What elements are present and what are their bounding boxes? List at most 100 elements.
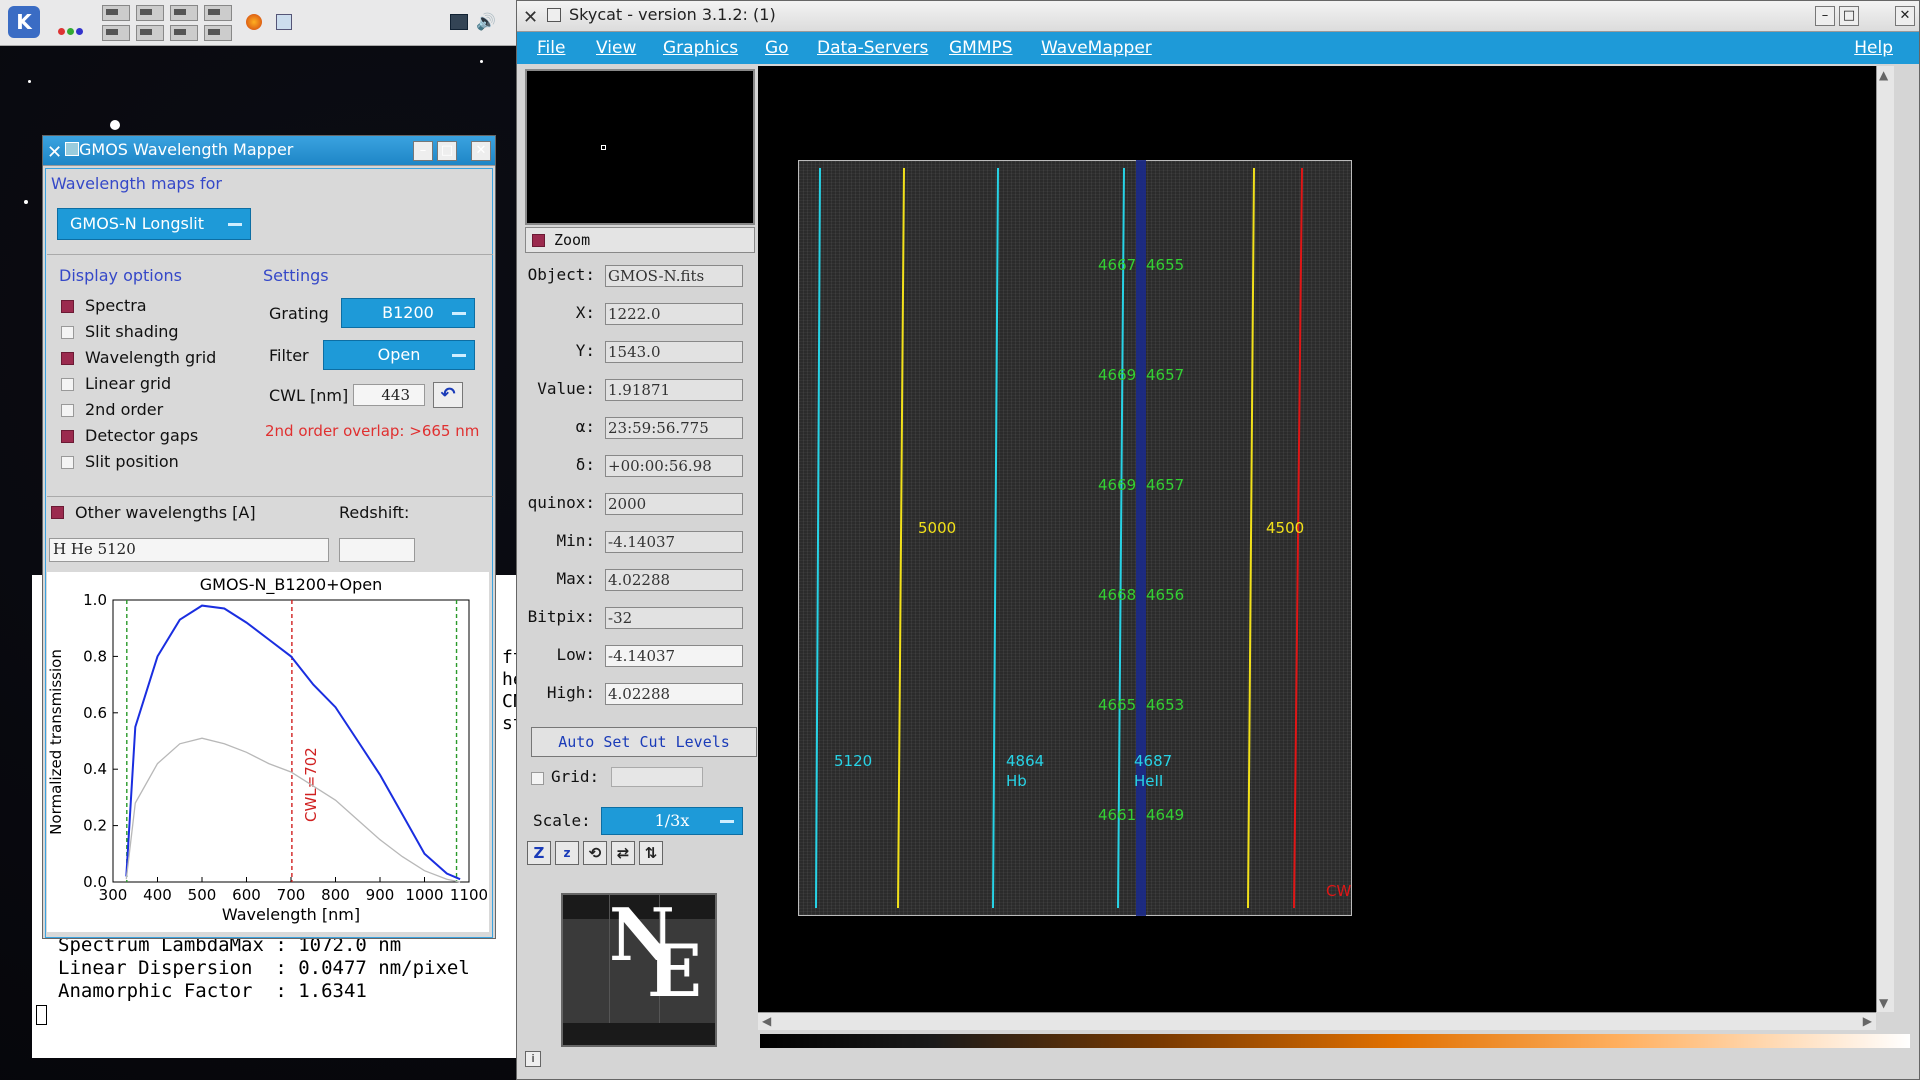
spectral-line	[992, 167, 999, 909]
menu-file[interactable]: File	[537, 38, 565, 58]
menu-wavemapper[interactable]: WaveMapper	[1041, 38, 1152, 58]
activity-dots-icon[interactable]	[58, 20, 85, 39]
skycat-titlebar[interactable]: ✕ Skycat - version 3.1.2: (1) – □ ✕	[517, 1, 1919, 32]
overlap-warning: 2nd order overlap: >665 nm	[265, 422, 480, 440]
k-menu-icon[interactable]: K	[8, 6, 40, 38]
desktop-7-pager[interactable]	[170, 25, 198, 41]
x-tick-label: 400	[143, 886, 172, 904]
grid-checkbox[interactable]	[531, 772, 544, 785]
chart-xlabel: Wavelength [nm]	[222, 905, 360, 924]
object-field: GMOS-N.fits	[605, 265, 743, 287]
minimize-button[interactable]: –	[1815, 6, 1835, 26]
menu-view[interactable]: View	[596, 38, 636, 58]
auto-cut-levels-button[interactable]: Auto Set Cut Levels	[531, 727, 757, 757]
transmission-chart: GMOS-N_B1200+Open Wavelength [nm] Normal…	[47, 572, 489, 932]
flip-y-icon[interactable]: ⇅	[639, 841, 663, 865]
zoom-in-icon[interactable]: Z	[527, 841, 551, 865]
console-line: Linear Dispersion : 0.0477 nm/pixel	[58, 957, 470, 979]
detector-gaps-checkbox[interactable]	[61, 430, 74, 443]
vertical-scrollbar[interactable]: ▲ ▼	[1876, 66, 1894, 1012]
zoom-toggle[interactable]: Zoom	[525, 227, 755, 253]
spectra-checkbox[interactable]	[61, 300, 74, 313]
gap-wavelength-label: 4649	[1146, 806, 1184, 824]
maximize-button[interactable]: □	[437, 141, 457, 161]
cwl-value: 443	[381, 386, 410, 404]
y-tick-label: 0.8	[83, 647, 107, 665]
scale-menu[interactable]: 1/3x	[601, 807, 743, 835]
instrument-menu[interactable]: GMOS-N Longslit	[57, 208, 251, 240]
gap-wavelength-label: 4657	[1146, 366, 1184, 384]
line-id-wavelength: 5120	[834, 752, 872, 770]
info-icon[interactable]: i	[525, 1051, 541, 1067]
desktop-3-pager[interactable]	[170, 5, 198, 21]
instrument-value: GMOS-N Longslit	[70, 214, 204, 233]
spectral-line	[1293, 167, 1303, 909]
info-label: δ:	[575, 455, 595, 474]
spectral-line	[1247, 167, 1255, 909]
chart-ylabel: Normalized transmission	[47, 649, 65, 835]
second-order-checkbox[interactable]	[61, 404, 74, 417]
menu-help[interactable]: Help	[1854, 38, 1893, 58]
rotate-icon[interactable]: ⟲	[583, 841, 607, 865]
desktop-4-pager[interactable]	[204, 5, 232, 21]
firefox-icon[interactable]	[246, 14, 262, 30]
cwl-spinbox[interactable]: 443	[353, 384, 425, 406]
app-icon[interactable]	[276, 14, 292, 30]
panner-viewport-box[interactable]	[601, 145, 606, 150]
redshift-input[interactable]	[339, 538, 415, 562]
filter-menu[interactable]: Open	[323, 340, 475, 370]
high-cut-input[interactable]: 4.02288	[605, 683, 743, 705]
gap-wavelength-label: 4667	[1098, 256, 1136, 274]
minimize-button[interactable]: –	[413, 141, 433, 161]
reset-cwl-icon[interactable]: ↶	[433, 382, 463, 408]
menu-data-servers[interactable]: Data-Servers	[817, 38, 928, 58]
slit-position-checkbox[interactable]	[61, 456, 74, 469]
info-label: Y:	[575, 341, 595, 360]
menu-go[interactable]: Go	[765, 38, 789, 58]
panner-view[interactable]	[525, 69, 755, 225]
magnifier-view: N E	[561, 893, 717, 1047]
menu-gmmps[interactable]: GMMPS	[949, 38, 1013, 58]
maximize-button[interactable]: □	[1839, 6, 1859, 26]
mapper-titlebar[interactable]: ✕ GMOS Wavelength Mapper – □ ✕	[43, 136, 495, 166]
window-menu-icon[interactable]	[65, 142, 79, 156]
y-tick-label: 0.0	[83, 873, 107, 891]
menu-graphics[interactable]: Graphics	[663, 38, 738, 58]
cwl-label: CWL [nm]	[269, 386, 349, 405]
x-field: 1222.0	[605, 303, 743, 325]
horizontal-scrollbar[interactable]: ◀ ▶	[758, 1012, 1876, 1030]
slit-position-label: Slit position	[85, 452, 179, 471]
linear-grid-checkbox[interactable]	[61, 378, 74, 391]
wavelength-overlay: 500045004000CWL4667465546694657466946574…	[815, 160, 1352, 916]
volume-icon[interactable]: 🔊	[476, 12, 496, 31]
gap-wavelength-label: 4669	[1098, 366, 1136, 384]
desktop-8-pager[interactable]	[204, 25, 232, 41]
info-label: quinox:	[527, 493, 595, 512]
flip-x-icon[interactable]: ⇄	[611, 841, 635, 865]
line-id-name: Hb	[1006, 772, 1027, 790]
desktop-1-pager[interactable]	[102, 5, 130, 21]
wavelength-grid-checkbox[interactable]	[61, 352, 74, 365]
grating-menu[interactable]: B1200	[341, 298, 475, 328]
scale-label: Scale:	[533, 811, 591, 830]
grid-options[interactable]	[611, 767, 703, 787]
low-cut-input[interactable]: -4.14037	[605, 645, 743, 667]
taskbar: K 🔊	[0, 0, 516, 46]
desktop-5-pager[interactable]	[102, 25, 130, 41]
slit-shading-checkbox[interactable]	[61, 326, 74, 339]
chart-title: GMOS-N_B1200+Open	[200, 575, 383, 595]
spectral-line	[815, 167, 821, 909]
grating-value: B1200	[382, 303, 434, 322]
desktop-2-pager[interactable]	[136, 5, 164, 21]
other-wavelengths-checkbox[interactable]	[51, 506, 64, 519]
network-icon[interactable]	[450, 14, 468, 30]
colorbar[interactable]	[760, 1034, 1910, 1048]
y-field: 1543.0	[605, 341, 743, 363]
console-output: Spectrum LambdaMax : 1072.0 nm Linear Dis…	[32, 930, 516, 1058]
zoom-out-icon[interactable]: z	[555, 841, 579, 865]
close-button[interactable]: ✕	[1895, 6, 1915, 26]
close-button[interactable]: ✕	[471, 141, 491, 161]
desktop-6-pager[interactable]	[136, 25, 164, 41]
window-menu-icon[interactable]	[547, 8, 561, 22]
other-wavelengths-input[interactable]: H He 5120	[49, 538, 329, 562]
